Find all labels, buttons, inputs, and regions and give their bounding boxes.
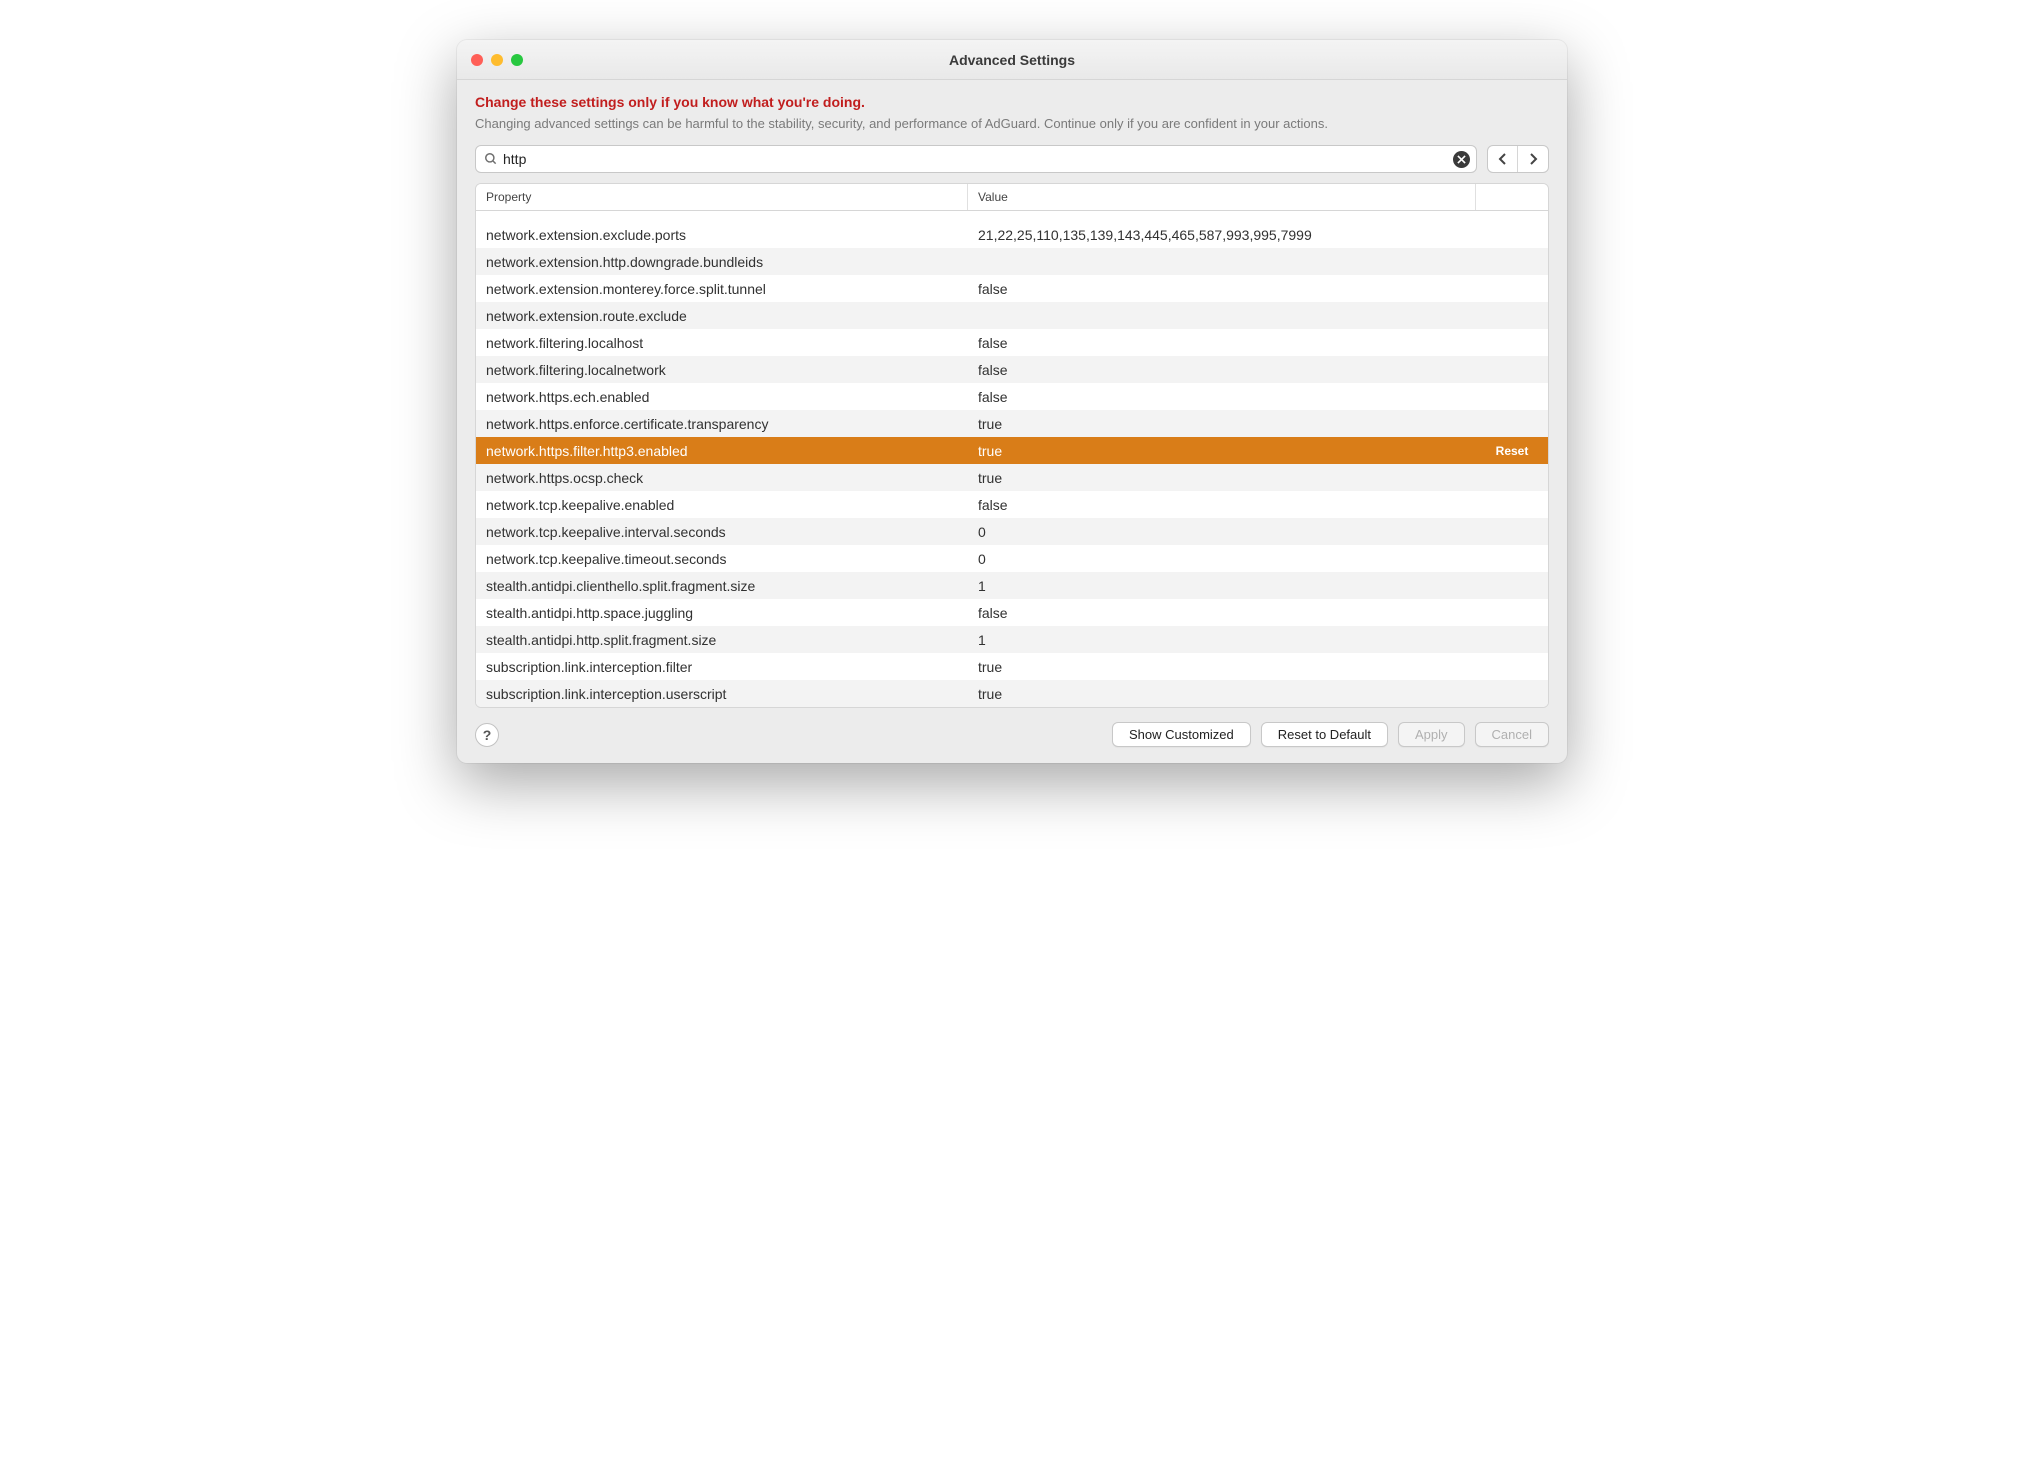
- value-cell: 1: [968, 578, 1476, 594]
- property-cell: stealth.antidpi.http.split.fragment.size: [476, 632, 968, 648]
- property-cell: network.https.ech.enabled: [476, 389, 968, 405]
- property-cell: network.extension.route.exclude: [476, 308, 968, 324]
- table-row[interactable]: stealth.antidpi.http.space.jugglingfalse: [476, 599, 1548, 626]
- cancel-button[interactable]: Cancel: [1475, 722, 1549, 747]
- table-row[interactable]: network.tcp.keepalive.interval.seconds0: [476, 518, 1548, 545]
- table-row[interactable]: network.https.filter.http3.enabledtrueRe…: [476, 437, 1548, 464]
- show-customized-button[interactable]: Show Customized: [1112, 722, 1251, 747]
- property-cell: network.filtering.localhost: [476, 335, 968, 351]
- header-value[interactable]: Value: [968, 184, 1476, 210]
- nav-next-button[interactable]: [1518, 146, 1548, 172]
- table-body: network.extension.exclude.ports21,22,25,…: [476, 211, 1548, 707]
- help-button[interactable]: ?: [475, 723, 499, 747]
- table-row[interactable]: network.extension.route.exclude: [476, 302, 1548, 329]
- table-row[interactable]: network.tcp.keepalive.enabledfalse: [476, 491, 1548, 518]
- value-cell: false: [968, 389, 1476, 405]
- value-cell: true: [968, 659, 1476, 675]
- property-cell: network.extension.http.downgrade.bundlei…: [476, 254, 968, 270]
- table-row[interactable]: subscription.link.interception.filtertru…: [476, 653, 1548, 680]
- property-cell: network.extension.monterey.force.split.t…: [476, 281, 968, 297]
- value-cell: true: [968, 416, 1476, 432]
- value-cell: false: [968, 605, 1476, 621]
- table-row[interactable]: network.https.ech.enabledfalse: [476, 383, 1548, 410]
- value-cell: 1: [968, 632, 1476, 648]
- value-cell: true: [968, 443, 1476, 459]
- table-row-partial: [476, 211, 1548, 221]
- table-row[interactable]: network.extension.exclude.ports21,22,25,…: [476, 221, 1548, 248]
- table-row[interactable]: network.https.enforce.certificate.transp…: [476, 410, 1548, 437]
- apply-button[interactable]: Apply: [1398, 722, 1465, 747]
- property-cell: network.extension.exclude.ports: [476, 227, 968, 243]
- titlebar: Advanced Settings: [457, 40, 1567, 80]
- value-cell: false: [968, 335, 1476, 351]
- window-title: Advanced Settings: [457, 52, 1567, 68]
- value-cell: 0: [968, 524, 1476, 540]
- value-cell: false: [968, 281, 1476, 297]
- search-box[interactable]: [475, 145, 1477, 173]
- warning-heading: Change these settings only if you know w…: [475, 94, 1549, 110]
- search-icon: [484, 152, 498, 166]
- table-row[interactable]: subscription.link.interception.userscrip…: [476, 680, 1548, 707]
- table-row[interactable]: stealth.antidpi.clienthello.split.fragme…: [476, 572, 1548, 599]
- table-row[interactable]: network.filtering.localhostfalse: [476, 329, 1548, 356]
- property-cell: network.https.enforce.certificate.transp…: [476, 416, 968, 432]
- header-property[interactable]: Property: [476, 184, 968, 210]
- property-cell: subscription.link.interception.userscrip…: [476, 686, 968, 702]
- table-row[interactable]: network.filtering.localnetworkfalse: [476, 356, 1548, 383]
- settings-window: Advanced Settings Change these settings …: [457, 40, 1567, 763]
- property-cell: subscription.link.interception.filter: [476, 659, 968, 675]
- reset-row-button[interactable]: Reset: [1476, 444, 1548, 458]
- table-header: Property Value: [476, 184, 1548, 211]
- value-cell: true: [968, 470, 1476, 486]
- property-cell: network.tcp.keepalive.timeout.seconds: [476, 551, 968, 567]
- content-area: Change these settings only if you know w…: [457, 80, 1567, 763]
- property-cell: network.https.ocsp.check: [476, 470, 968, 486]
- property-cell: network.filtering.localnetwork: [476, 362, 968, 378]
- search-input[interactable]: [503, 151, 1453, 167]
- warning-subheading: Changing advanced settings can be harmfu…: [475, 116, 1549, 131]
- property-cell: network.tcp.keepalive.enabled: [476, 497, 968, 513]
- nav-segment: [1487, 145, 1549, 173]
- property-cell: network.tcp.keepalive.interval.seconds: [476, 524, 968, 540]
- property-cell: network.https.filter.http3.enabled: [476, 443, 968, 459]
- reset-to-default-button[interactable]: Reset to Default: [1261, 722, 1388, 747]
- value-cell: false: [968, 362, 1476, 378]
- nav-prev-button[interactable]: [1488, 146, 1518, 172]
- settings-table: Property Value network.extension.exclude…: [475, 183, 1549, 708]
- property-cell: stealth.antidpi.clienthello.split.fragme…: [476, 578, 968, 594]
- footer: ? Show Customized Reset to Default Apply…: [475, 708, 1549, 747]
- table-row[interactable]: network.tcp.keepalive.timeout.seconds0: [476, 545, 1548, 572]
- value-cell: true: [968, 686, 1476, 702]
- value-cell: false: [968, 497, 1476, 513]
- table-row[interactable]: network.https.ocsp.checktrue: [476, 464, 1548, 491]
- table-row[interactable]: stealth.antidpi.http.split.fragment.size…: [476, 626, 1548, 653]
- value-cell: 0: [968, 551, 1476, 567]
- header-action: [1476, 184, 1548, 210]
- clear-search-button[interactable]: [1453, 151, 1470, 168]
- search-row: [475, 145, 1549, 173]
- property-cell: stealth.antidpi.http.space.juggling: [476, 605, 968, 621]
- value-cell: 21,22,25,110,135,139,143,445,465,587,993…: [968, 227, 1476, 243]
- table-row[interactable]: network.extension.http.downgrade.bundlei…: [476, 248, 1548, 275]
- table-row[interactable]: network.extension.monterey.force.split.t…: [476, 275, 1548, 302]
